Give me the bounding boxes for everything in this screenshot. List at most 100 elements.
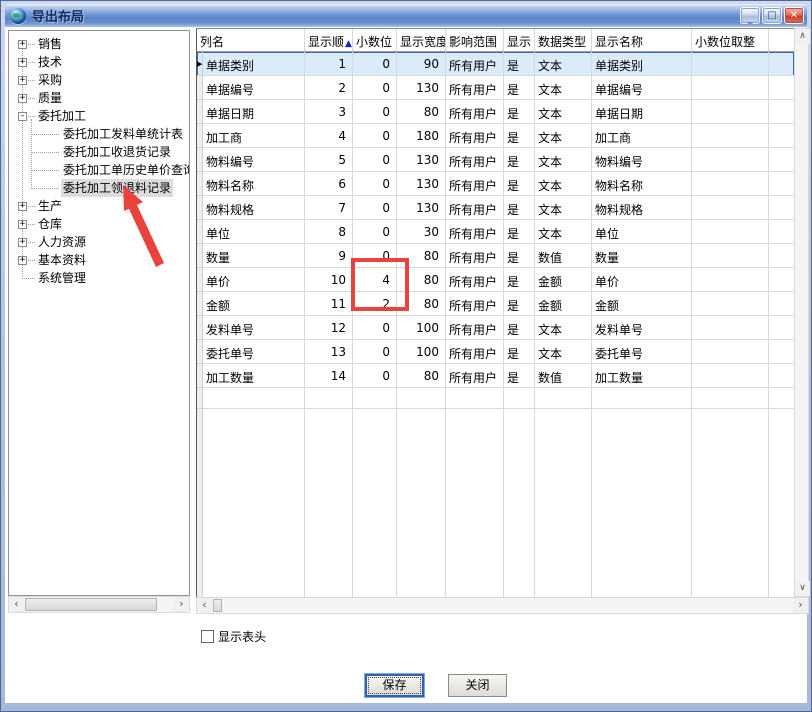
close-button[interactable]: ✕ (784, 7, 804, 24)
tree-expander-icon[interactable]: + (18, 58, 27, 67)
tree-item[interactable]: -委托加工 (9, 107, 189, 125)
tree-expander-icon[interactable]: - (18, 112, 27, 121)
cell: 文本 (535, 52, 592, 76)
dialog-window: 导出布局 _ □ ✕ +销售+技术+采购+质量-委托加工委托加工发料单统计表委托… (0, 0, 812, 712)
table-row[interactable]: ▶单据类别1090所有用户是文本单据类别 (197, 52, 794, 76)
scroll-left-button[interactable]: ‹ (9, 597, 24, 612)
tree-item-label: 委托加工 (36, 107, 88, 125)
row-indicator (197, 148, 203, 172)
grid-hscrollbar[interactable]: ‹ › (196, 597, 809, 614)
table-row[interactable]: 加工数量14080所有用户是数值加工数量 (197, 364, 794, 388)
cell: 6 (305, 172, 353, 196)
row-indicator (197, 409, 203, 597)
tree-expander-icon[interactable]: + (18, 76, 27, 85)
cell (692, 100, 769, 124)
tree-item[interactable]: 系统管理 (9, 269, 189, 287)
table-row[interactable]: 加工商40180所有用户是文本加工商 (197, 124, 794, 148)
minimize-button[interactable]: _ (740, 7, 760, 24)
table-row[interactable]: 物料规格70130所有用户是文本物料规格 (197, 196, 794, 220)
tree-panel[interactable]: +销售+技术+采购+质量-委托加工委托加工发料单统计表委托加工收退货记录委托加工… (8, 30, 190, 596)
save-button[interactable]: 保存 (365, 674, 424, 697)
title-bar[interactable]: 导出布局 _ □ ✕ (5, 4, 807, 27)
tree-item[interactable]: 委托加工收退货记录 (9, 143, 189, 161)
column-header-label: 小数位取整 (695, 35, 755, 49)
cell: 委托单号 (592, 340, 692, 364)
cell (769, 340, 794, 364)
scroll-left-button[interactable]: ‹ (197, 598, 212, 613)
tree-item[interactable]: + 生产 (9, 197, 189, 215)
cell: 文本 (535, 172, 592, 196)
show-header-row: 显示表头 (201, 628, 266, 645)
scroll-down-button[interactable]: ∨ (795, 581, 810, 596)
show-header-checkbox[interactable] (201, 630, 214, 643)
show-header-label: 显示表头 (218, 628, 266, 645)
table-row[interactable]: 数量9080所有用户是数值数量 (197, 244, 794, 268)
tree-item-label: 生产 (36, 197, 64, 215)
tree-hscrollbar[interactable]: ‹ › (8, 596, 190, 613)
cell: 是 (504, 244, 535, 268)
cell: 金额 (203, 292, 305, 316)
column-header-8[interactable]: 显示名称 (592, 29, 692, 51)
tree-item-label: 人力资源 (36, 233, 88, 251)
scroll-right-button[interactable]: › (174, 597, 189, 612)
table-row[interactable]: 单据日期3080所有用户是文本单据日期 (197, 100, 794, 124)
cell: 加工数量 (592, 364, 692, 388)
cell: 物料编号 (203, 148, 305, 172)
table-row[interactable]: 物料名称60130所有用户是文本物料名称 (197, 172, 794, 196)
table-row[interactable]: 单位8030所有用户是文本单位 (197, 220, 794, 244)
tree-item[interactable]: 委托加工发料单统计表 (9, 125, 189, 143)
cell: 8 (305, 220, 353, 244)
cell (692, 76, 769, 100)
tree-item[interactable]: +仓库 (9, 215, 189, 233)
cell: 单据类别 (203, 52, 305, 76)
column-header-3[interactable]: 小数位 (353, 29, 397, 51)
table-row[interactable]: 委托单号130100所有用户是文本委托单号 (197, 340, 794, 364)
table-row[interactable]: 金额11280所有用户是金额金额 (197, 292, 794, 316)
column-header-1[interactable]: 列名 (197, 29, 305, 51)
column-header-5[interactable]: 影响范围 (446, 29, 504, 51)
table-row[interactable]: 发料单号120100所有用户是文本发料单号 (197, 316, 794, 340)
export-layout-grid[interactable]: 列名显示顺▲小数位显示宽度影响范围显示数据类型显示名称小数位取整 ▶单据类别10… (196, 28, 794, 597)
tree-item[interactable]: 委托加工单历史单价查询 (9, 161, 189, 179)
cell: 单据日期 (592, 100, 692, 124)
tree-item[interactable]: 委托加工领退料记录 (9, 179, 189, 197)
tree-item[interactable]: +基本资料 (9, 251, 189, 269)
column-header-9[interactable]: 小数位取整 (692, 29, 769, 51)
column-header-label: 显示 (507, 35, 531, 49)
table-row[interactable]: 单价10480所有用户是金额单价 (197, 268, 794, 292)
scroll-thumb[interactable] (25, 598, 157, 611)
column-header-2[interactable]: 显示顺▲ (305, 29, 353, 51)
tree-item[interactable]: +质量 (9, 89, 189, 107)
table-row[interactable]: 物料编号50130所有用户是文本物料编号 (197, 148, 794, 172)
tree-item[interactable]: +采购 (9, 71, 189, 89)
scroll-up-button[interactable]: ∧ (795, 29, 810, 44)
tree-item[interactable]: + 人力资源 (9, 233, 189, 251)
cell: 是 (504, 364, 535, 388)
tree-expander-icon[interactable]: + (18, 256, 27, 265)
tree-item[interactable]: +销售 (9, 35, 189, 53)
column-header-4[interactable]: 显示宽度 (397, 29, 446, 51)
cell: 所有用户 (446, 52, 504, 76)
cell: 所有用户 (446, 172, 504, 196)
tree-expander-icon[interactable]: + (18, 94, 27, 103)
grid-vscrollbar[interactable]: ∧ ∨ (794, 28, 809, 597)
tree-expander-icon[interactable]: + (18, 238, 27, 247)
tree-expander-icon[interactable]: + (18, 202, 27, 211)
column-header-7[interactable]: 数据类型 (535, 29, 592, 51)
tree-expander-icon[interactable]: + (18, 220, 27, 229)
tree-connector (22, 278, 35, 279)
maximize-button[interactable]: □ (762, 7, 782, 24)
scroll-right-button[interactable]: › (793, 598, 808, 613)
scroll-thumb[interactable] (213, 599, 222, 612)
cell: 0 (353, 52, 397, 76)
table-row[interactable]: 单据编号20130所有用户是文本单据编号 (197, 76, 794, 100)
empty-row[interactable] (197, 388, 794, 409)
empty-area[interactable] (197, 409, 794, 597)
cell: 9 (305, 244, 353, 268)
close-dialog-button[interactable]: 关闭 (448, 674, 507, 697)
column-header-6[interactable]: 显示 (504, 29, 535, 51)
cell (692, 316, 769, 340)
tree-expander-icon[interactable]: + (18, 40, 27, 49)
tree-item[interactable]: +技术 (9, 53, 189, 71)
row-indicator (197, 244, 203, 268)
